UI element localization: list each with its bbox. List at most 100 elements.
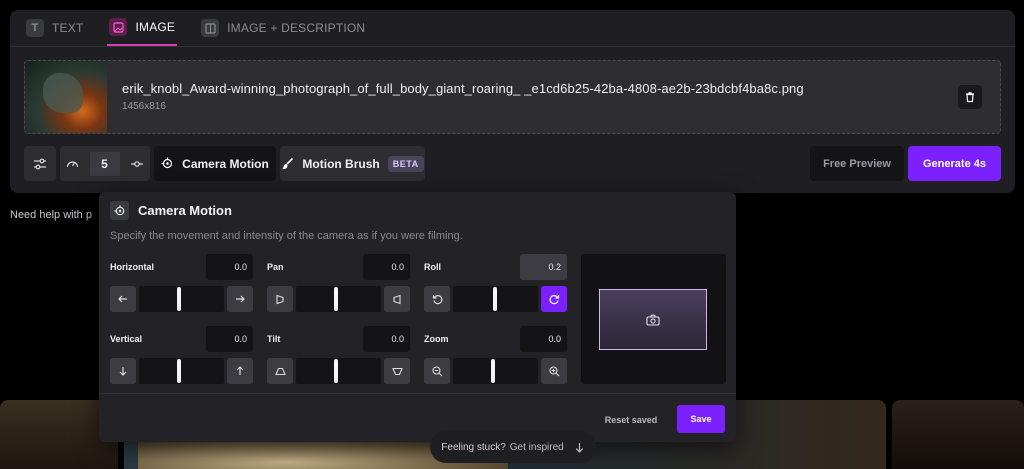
camera-preview-frame bbox=[599, 289, 707, 350]
pan-right-icon bbox=[393, 294, 401, 304]
image-icon bbox=[109, 18, 128, 36]
zoom-label: Zoom bbox=[424, 334, 449, 344]
pan-right-button[interactable] bbox=[384, 286, 410, 312]
horizontal-value[interactable]: 0.0 bbox=[206, 254, 253, 280]
tilt-value[interactable]: 0.0 bbox=[363, 326, 410, 352]
horizontal-control: Horizontal 0.0 bbox=[110, 254, 253, 314]
popover-divider bbox=[99, 393, 736, 394]
camera-motion-icon bbox=[161, 157, 173, 169]
arrow-right-icon bbox=[236, 295, 245, 303]
image-thumbnail bbox=[25, 61, 107, 133]
horizontal-right-button[interactable] bbox=[227, 286, 253, 312]
slider-knob[interactable] bbox=[491, 359, 495, 383]
horizontal-label: Horizontal bbox=[110, 262, 154, 272]
zoom-out-button[interactable] bbox=[424, 358, 450, 384]
zoom-out-icon bbox=[431, 365, 442, 376]
help-text: Need help with p bbox=[10, 209, 92, 221]
file-name: erik_knobl_Award-winning_photograph_of_f… bbox=[122, 81, 804, 96]
zoom-in-icon bbox=[548, 365, 559, 376]
roll-left-button[interactable] bbox=[424, 286, 450, 312]
rotate-cw-icon bbox=[549, 294, 559, 304]
pan-left-button[interactable] bbox=[267, 286, 293, 312]
roll-label: Roll bbox=[424, 262, 441, 272]
beta-badge: BETA bbox=[387, 155, 424, 172]
tilt-down-icon bbox=[274, 367, 286, 375]
slider-knob[interactable] bbox=[177, 287, 181, 311]
motion-brush-label: Motion Brush bbox=[302, 156, 380, 171]
brush-icon bbox=[282, 157, 294, 169]
roll-slider[interactable] bbox=[453, 286, 538, 312]
camera-motion-label: Camera Motion bbox=[182, 156, 269, 171]
slider-knob[interactable] bbox=[493, 287, 497, 311]
camera-motion-button[interactable]: Camera Motion bbox=[154, 146, 276, 181]
horizontal-left-button[interactable] bbox=[110, 286, 136, 312]
tilt-up-icon bbox=[391, 367, 403, 375]
input-mode-tabs: T TEXT IMAGE IMAGE + DESCRIPTION bbox=[24, 10, 367, 46]
uploaded-image-card[interactable]: erik_knobl_Award-winning_photograph_of_f… bbox=[24, 60, 1001, 134]
free-preview-button[interactable]: Free Preview bbox=[810, 146, 904, 181]
trash-icon bbox=[966, 92, 974, 103]
slider-adjust-icon[interactable] bbox=[130, 159, 144, 169]
vertical-up-button[interactable] bbox=[227, 358, 253, 384]
pan-label: Pan bbox=[267, 262, 284, 272]
pan-value[interactable]: 0.0 bbox=[363, 254, 410, 280]
save-button[interactable]: Save bbox=[677, 405, 725, 433]
arrow-down-icon bbox=[575, 442, 583, 453]
generate-button[interactable]: Generate 4s bbox=[908, 146, 1001, 181]
sliders-icon bbox=[34, 158, 46, 169]
vertical-down-button[interactable] bbox=[110, 358, 136, 384]
arrow-up-icon bbox=[236, 366, 244, 375]
roll-value[interactable]: 0.2 bbox=[520, 254, 567, 280]
tab-text[interactable]: T TEXT bbox=[24, 10, 85, 46]
tilt-control: Tilt 0.0 bbox=[267, 326, 410, 386]
arrow-down-icon bbox=[119, 367, 127, 376]
vertical-control: Vertical 0.0 bbox=[110, 326, 253, 386]
tilt-up-button[interactable] bbox=[384, 358, 410, 384]
popover-title: Camera Motion bbox=[138, 203, 232, 218]
tilt-label: Tilt bbox=[267, 334, 281, 344]
reset-saved-button[interactable]: Reset saved bbox=[596, 406, 666, 433]
get-inspired-pill[interactable]: Feeling stuck? Get inspired bbox=[430, 431, 596, 463]
slider-knob[interactable] bbox=[334, 359, 338, 383]
generation-toolbar: 5 Camera Motion Motion Brush BETA bbox=[24, 146, 425, 181]
generator-panel: T TEXT IMAGE IMAGE + DESCRIPTION erik_kn… bbox=[10, 10, 1015, 193]
roll-right-button[interactable] bbox=[541, 286, 567, 312]
rotate-ccw-icon bbox=[432, 294, 442, 304]
camera-motion-popover: Camera Motion Specify the movement and i… bbox=[99, 192, 736, 442]
motion-amount-control: 5 bbox=[60, 146, 150, 181]
feeling-stuck-text: Feeling stuck? bbox=[441, 441, 506, 453]
zoom-in-button[interactable] bbox=[541, 358, 567, 384]
gallery-thumbnail[interactable] bbox=[892, 400, 1024, 469]
tab-image[interactable]: IMAGE bbox=[107, 10, 178, 46]
camera-motion-icon bbox=[110, 201, 129, 220]
pan-slider[interactable] bbox=[296, 286, 381, 312]
delete-image-button[interactable] bbox=[958, 85, 982, 109]
vertical-slider[interactable] bbox=[139, 358, 224, 384]
horizontal-slider[interactable] bbox=[139, 286, 224, 312]
slider-knob[interactable] bbox=[334, 287, 338, 311]
zoom-control: Zoom 0.0 bbox=[424, 326, 567, 386]
tabs-divider bbox=[10, 46, 1015, 47]
popover-description: Specify the movement and intensity of th… bbox=[110, 230, 463, 242]
text-icon: T bbox=[26, 19, 44, 37]
tab-image-description[interactable]: IMAGE + DESCRIPTION bbox=[199, 10, 367, 46]
image-description-icon bbox=[201, 19, 220, 37]
get-inspired-link[interactable]: Get inspired bbox=[510, 442, 564, 453]
zoom-value[interactable]: 0.0 bbox=[520, 326, 567, 352]
slider-knob[interactable] bbox=[177, 359, 181, 383]
file-dimensions: 1456x816 bbox=[122, 101, 166, 112]
tab-label: IMAGE bbox=[135, 20, 176, 34]
tilt-slider[interactable] bbox=[296, 358, 381, 384]
pan-left-icon bbox=[276, 294, 284, 304]
motion-brush-button[interactable]: Motion Brush BETA bbox=[280, 146, 425, 181]
tab-label: IMAGE + DESCRIPTION bbox=[227, 21, 366, 35]
vertical-value[interactable]: 0.0 bbox=[206, 326, 253, 352]
motion-amount-value[interactable]: 5 bbox=[89, 151, 120, 176]
camera-icon bbox=[646, 314, 660, 326]
roll-control: Roll 0.2 bbox=[424, 254, 567, 314]
tilt-down-button[interactable] bbox=[267, 358, 293, 384]
zoom-slider[interactable] bbox=[453, 358, 538, 384]
settings-button[interactable] bbox=[24, 146, 56, 181]
arrow-left-icon bbox=[118, 295, 127, 303]
speedometer-icon bbox=[66, 161, 79, 168]
